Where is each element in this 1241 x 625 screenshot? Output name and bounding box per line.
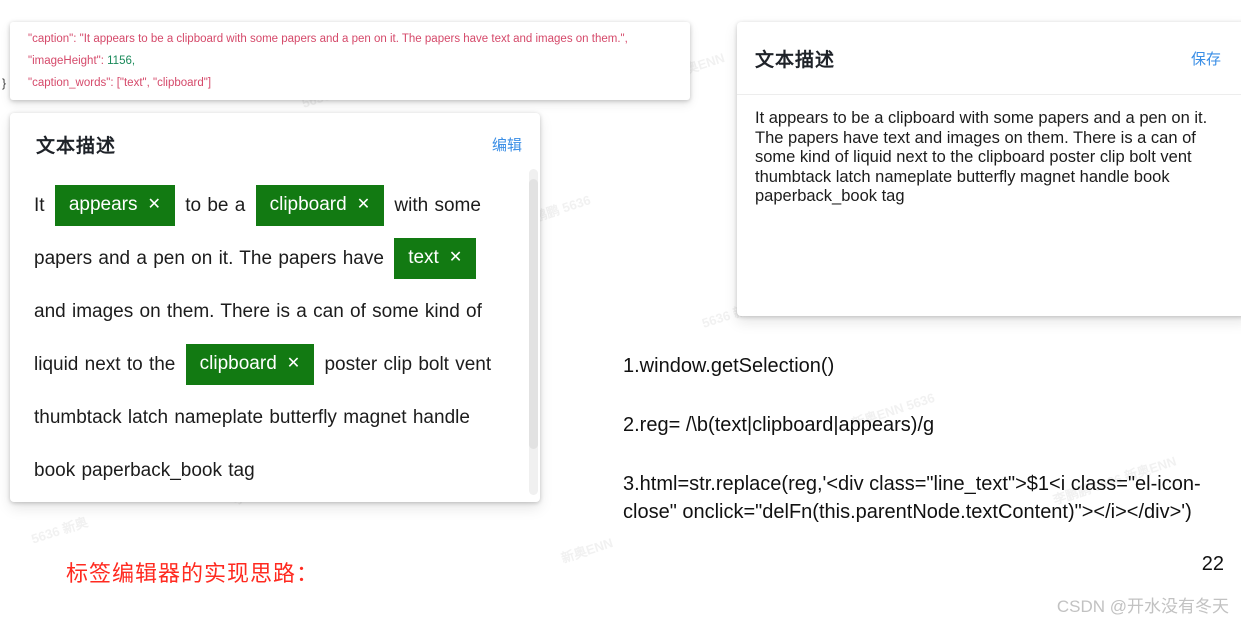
- text-description-header: 文本描述 保存: [737, 22, 1241, 94]
- code-step: 2.reg= /\b(text|clipboard|appears)/g: [623, 414, 935, 436]
- close-icon[interactable]: ✕: [148, 188, 161, 222]
- watermark-text: 新奥ENN: [559, 535, 615, 566]
- watermark-text: 5636 新奥: [29, 514, 90, 547]
- json-value: ["text", "clipboard"]: [113, 77, 212, 89]
- tag-label: appears: [68, 194, 138, 216]
- json-key: "caption_words":: [28, 77, 114, 89]
- implementation-steps-list: 1.window.getSelection() 2.reg= /\b(text|…: [623, 352, 1223, 526]
- text-description-title: 文本描述: [755, 49, 836, 71]
- code-step: 1.window.getSelection(): [623, 355, 835, 377]
- tag-editor-title: 文本描述: [36, 135, 117, 157]
- tag-chip[interactable]: appears ✕: [54, 185, 175, 227]
- plain-text: to be a: [178, 195, 252, 216]
- tag-editor-card: 文本描述 编辑 It appears ✕ to be a clipboard ✕ w…: [10, 113, 540, 502]
- scrollbar-thumb[interactable]: [529, 179, 538, 449]
- csdn-watermark: CSDN @开水没有冬天: [1056, 597, 1229, 616]
- json-key: "caption":: [28, 33, 77, 45]
- description-textarea[interactable]: It appears to be a clipboard with some p…: [737, 94, 1241, 304]
- json-key: "imageHeight":: [28, 55, 104, 67]
- plain-text: It: [34, 195, 51, 216]
- close-icon[interactable]: ✕: [287, 347, 300, 381]
- close-icon[interactable]: ✕: [357, 188, 370, 222]
- tag-flow[interactable]: It appears ✕ to be a clipboard ✕ with some…: [34, 179, 512, 497]
- tag-chip[interactable]: clipboard ✕: [255, 185, 385, 227]
- tag-label: text: [408, 247, 439, 269]
- tag-editor-header: 文本描述 编辑: [10, 113, 540, 175]
- tag-label: clipboard: [199, 353, 277, 375]
- json-line: "caption": "It appears to be a clipboard…: [28, 28, 690, 50]
- tag-editor-body[interactable]: It appears ✕ to be a clipboard ✕ with some…: [10, 175, 540, 495]
- text-description-card: 文本描述 保存 It appears to be a clipboard wit…: [737, 22, 1241, 316]
- close-icon[interactable]: ✕: [449, 241, 462, 275]
- tag-chip[interactable]: text ✕: [394, 238, 477, 280]
- edit-button[interactable]: 编辑: [492, 134, 522, 155]
- json-closing-brace: }: [2, 76, 7, 90]
- tag-chip[interactable]: clipboard ✕: [185, 344, 315, 386]
- save-button[interactable]: 保存: [1191, 48, 1221, 69]
- code-step: 3.html=str.replace(reg,'<div class="line…: [623, 473, 1201, 523]
- json-line: "caption_words": ["text", "clipboard"]: [28, 72, 690, 94]
- json-value: "It appears to be a clipboard with some …: [76, 33, 628, 45]
- json-snippet-panel: "caption": "It appears to be a clipboard…: [10, 22, 690, 100]
- red-caption: 标签编辑器的实现思路：: [66, 561, 320, 586]
- tag-label: clipboard: [269, 194, 347, 216]
- page-number: 22: [1201, 553, 1224, 575]
- json-value: 1156,: [103, 55, 136, 67]
- json-line: "imageHeight": 1156,: [28, 50, 690, 72]
